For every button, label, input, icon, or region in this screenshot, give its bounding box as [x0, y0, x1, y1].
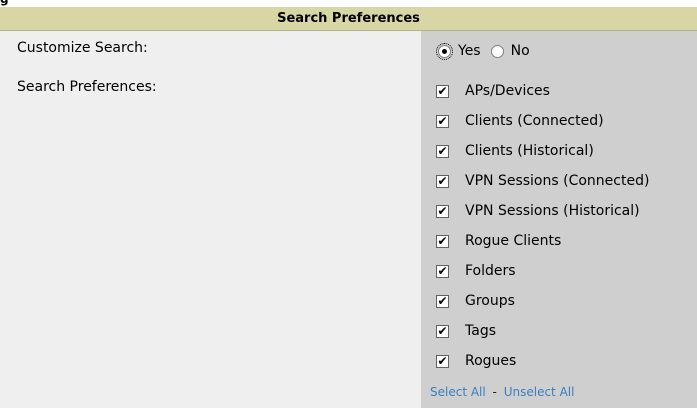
search-preferences-label: Search Preferences:	[17, 79, 157, 95]
pref-item-aps-devices[interactable]: ✔ APs/Devices	[436, 76, 649, 106]
checkbox[interactable]: ✔	[436, 114, 449, 128]
clipped-heading: g	[0, 0, 697, 6]
checkbox[interactable]: ✔	[436, 354, 449, 368]
pref-item-clients-connected[interactable]: ✔ Clients (Connected)	[436, 106, 649, 136]
select-links: Select All - Unselect All	[430, 385, 574, 399]
checkbox-label[interactable]: Tags	[465, 323, 496, 339]
checkbox-label[interactable]: Clients (Historical)	[465, 143, 594, 159]
section-title: Search Preferences	[277, 11, 420, 26]
checkbox-label[interactable]: VPN Sessions (Connected)	[465, 173, 649, 189]
pref-item-rogues[interactable]: ✔ Rogues	[436, 346, 649, 376]
customize-search-radio-group: Yes No	[436, 40, 540, 62]
pref-item-groups[interactable]: ✔ Groups	[436, 286, 649, 316]
select-all-link[interactable]: Select All	[430, 385, 486, 399]
pref-item-tags[interactable]: ✔ Tags	[436, 316, 649, 346]
checkbox[interactable]: ✔	[436, 294, 449, 308]
checkbox[interactable]: ✔	[436, 144, 449, 158]
section-header: Search Preferences	[0, 7, 697, 31]
checkbox-label[interactable]: Rogues	[465, 353, 516, 369]
radio-no[interactable]	[490, 44, 504, 58]
unselect-all-link[interactable]: Unselect All	[504, 385, 575, 399]
radio-yes-label[interactable]: Yes	[458, 43, 481, 59]
pref-item-vpn-historical[interactable]: ✔ VPN Sessions (Historical)	[436, 196, 649, 226]
pref-item-folders[interactable]: ✔ Folders	[436, 256, 649, 286]
radio-no-label[interactable]: No	[511, 43, 530, 59]
link-separator: -	[492, 385, 497, 399]
checkbox[interactable]: ✔	[436, 204, 449, 218]
radio-yes[interactable]	[436, 42, 453, 60]
checkbox[interactable]: ✔	[436, 84, 449, 98]
checkbox[interactable]: ✔	[436, 324, 449, 338]
checkbox[interactable]: ✔	[436, 174, 449, 188]
checkbox-label[interactable]: Folders	[465, 263, 516, 279]
checkbox[interactable]: ✔	[436, 234, 449, 248]
clipped-heading-text: g	[0, 0, 9, 6]
checkbox-label[interactable]: VPN Sessions (Historical)	[465, 203, 640, 219]
checkbox-label[interactable]: Groups	[465, 293, 515, 309]
pref-item-clients-historical[interactable]: ✔ Clients (Historical)	[436, 136, 649, 166]
checkbox-label[interactable]: Clients (Connected)	[465, 113, 604, 129]
customize-search-label: Customize Search:	[17, 40, 148, 56]
pref-item-vpn-connected[interactable]: ✔ VPN Sessions (Connected)	[436, 166, 649, 196]
pref-item-rogue-clients[interactable]: ✔ Rogue Clients	[436, 226, 649, 256]
checkbox-label[interactable]: Rogue Clients	[465, 233, 561, 249]
checkbox-label[interactable]: APs/Devices	[465, 83, 550, 99]
search-preferences-list: ✔ APs/Devices ✔ Clients (Connected) ✔ Cl…	[436, 76, 649, 376]
checkbox[interactable]: ✔	[436, 264, 449, 278]
